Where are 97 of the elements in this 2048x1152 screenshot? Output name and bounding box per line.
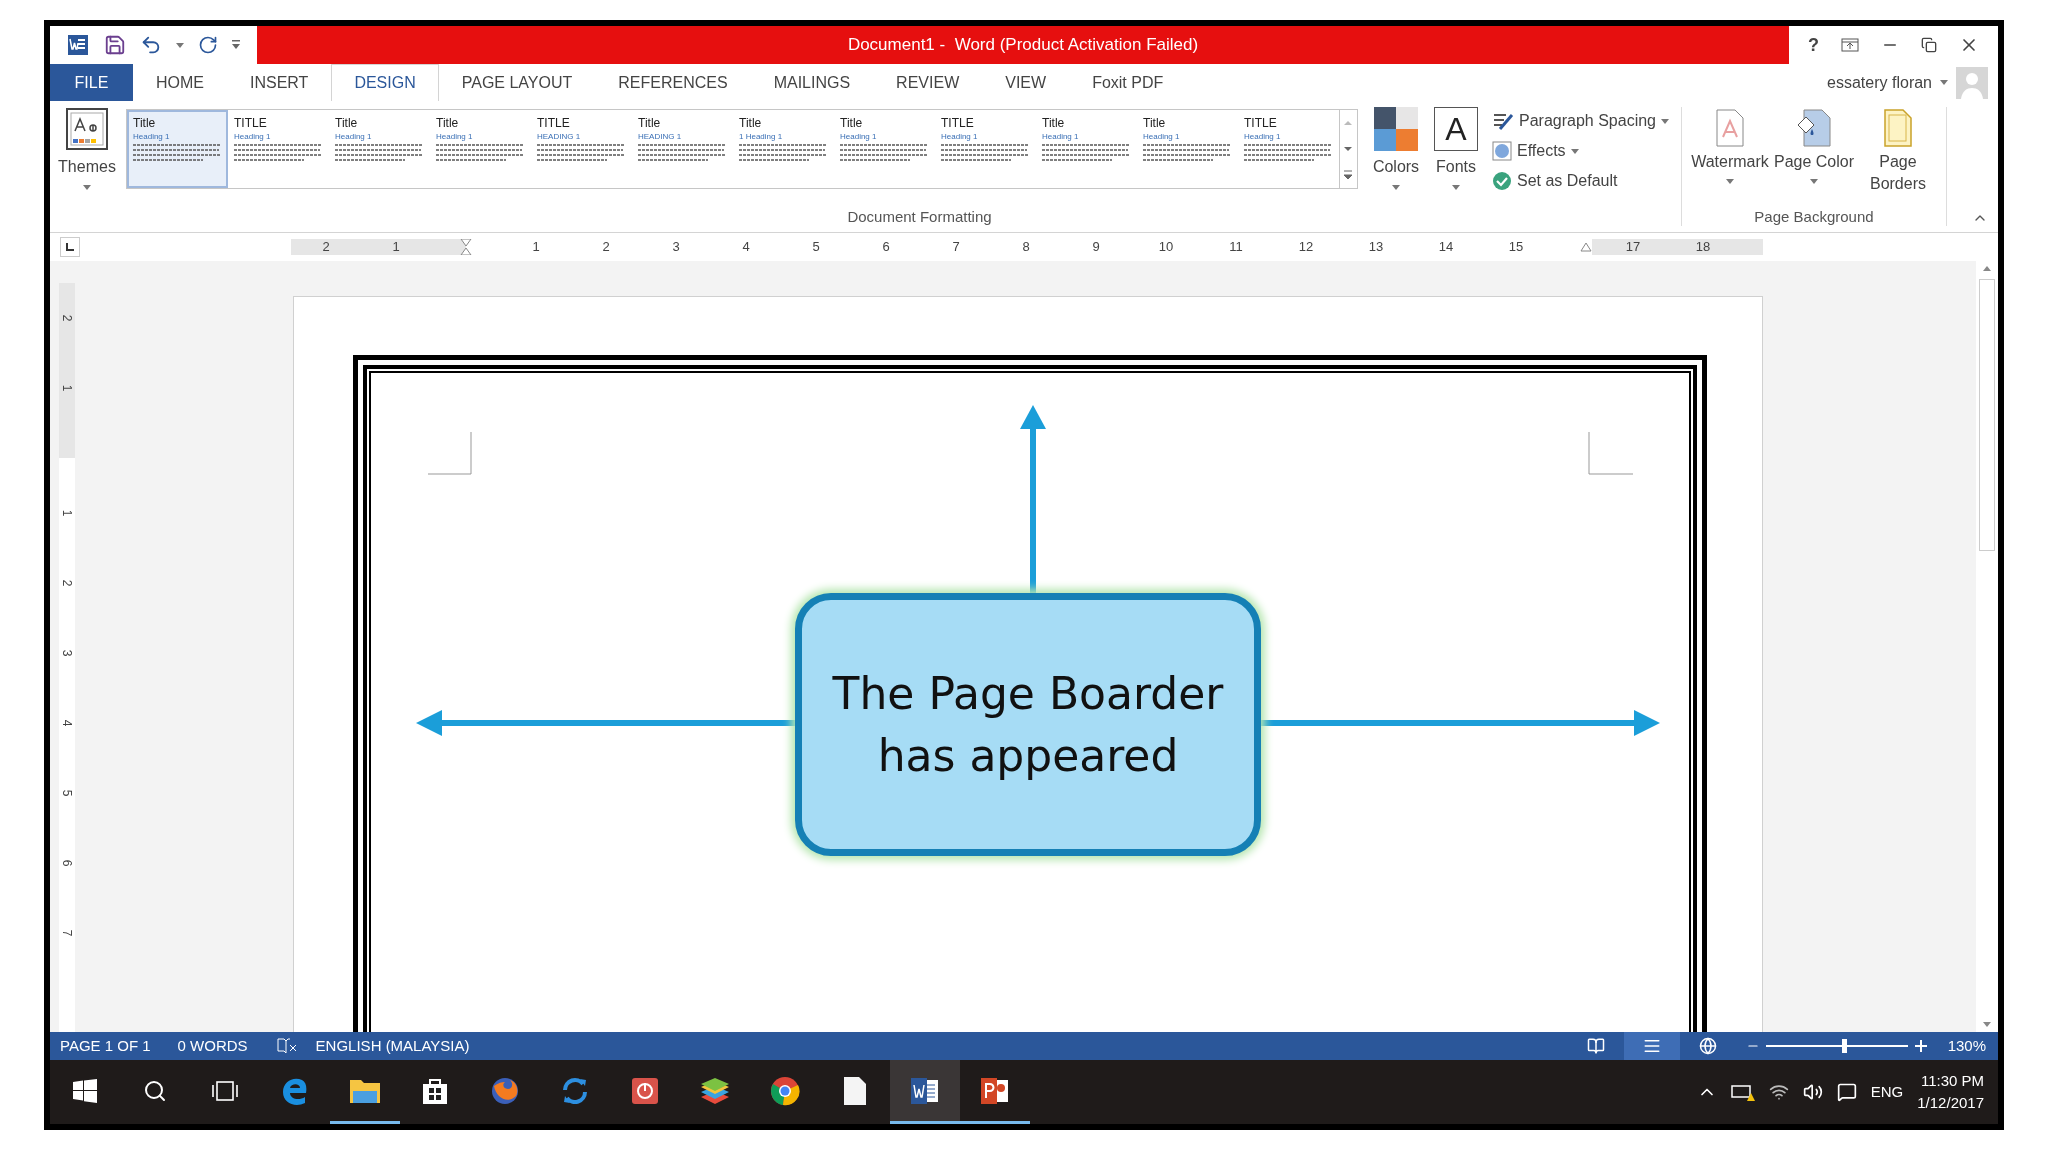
help-button[interactable]: ?	[1808, 31, 1819, 59]
ruler-number: 5	[59, 788, 75, 799]
thumbnail-title: TITLE	[1244, 115, 1278, 131]
thumbnail-title: TITLE	[537, 115, 571, 131]
input-language[interactable]: ENG	[1870, 1080, 1904, 1104]
style-set-thumbnail[interactable]: TITLE Heading 1	[1238, 110, 1339, 188]
ruler-number: 15	[1507, 239, 1525, 255]
effects-button[interactable]: Effects	[1492, 139, 1669, 163]
ribbon-tab[interactable]: INSERT	[227, 64, 332, 101]
thumbnail-heading: Heading 1	[1143, 131, 1181, 143]
style-set-thumbnail[interactable]: Title Heading 1	[834, 110, 935, 188]
thumbnail-title: Title	[1042, 115, 1066, 131]
ruler-number: 2	[601, 239, 611, 255]
ruler-number: 7	[59, 928, 75, 939]
page-background-button[interactable]: Page Borders	[1856, 105, 1940, 206]
style-set-thumbnail[interactable]: Title Heading 1	[329, 110, 430, 188]
ruler-number: 8	[1021, 239, 1031, 255]
thumbnail-title: Title	[1143, 115, 1167, 131]
ruler-number: 6	[59, 858, 75, 869]
clock-date: 1/12/2017	[1917, 1093, 1984, 1113]
clock-time: 11:30 PM	[1920, 1071, 1984, 1091]
ruler-number: 1	[531, 239, 541, 255]
thumbnail-heading: Heading 1	[234, 131, 272, 143]
ruler-number: 2	[59, 313, 75, 324]
style-set-thumbnail[interactable]: Title HEADING 1	[632, 110, 733, 188]
ribbon-tab[interactable]: REVIEW	[873, 64, 983, 101]
thumbnail-heading: Heading 1	[840, 131, 878, 143]
style-set-thumbnail[interactable]: TITLE HEADING 1	[531, 110, 632, 188]
ruler-number: 4	[741, 239, 751, 255]
ruler-number: 11	[1228, 239, 1244, 255]
thumbnail-heading: Heading 1	[133, 131, 171, 143]
thumbnail-heading: Heading 1	[335, 131, 373, 143]
ruler-number: 6	[881, 239, 891, 255]
ribbon-tab[interactable]: HOME	[133, 64, 227, 101]
ruler-number: 4	[59, 718, 75, 729]
ribbon-tab[interactable]: PAGE LAYOUT	[438, 64, 596, 101]
ribbon-tab[interactable]: VIEW	[982, 64, 1070, 101]
thumbnail-title: Title	[436, 115, 460, 131]
style-set-thumbnail[interactable]: Title Heading 1	[430, 110, 531, 188]
ruler-number: 1	[59, 383, 75, 394]
paragraph-spacing-button[interactable]: Paragraph Spacing	[1492, 109, 1669, 133]
group-label: Page Background	[1754, 206, 1874, 227]
thumbnail-heading: HEADING 1	[537, 131, 582, 143]
thumbnail-title: Title	[133, 115, 157, 131]
page-background-button[interactable]: Watermark	[1688, 105, 1772, 206]
window-title: Document1 - Word (Product Activation Failed)	[847, 34, 1199, 57]
thumbnail-heading: 1 Heading 1	[739, 131, 784, 143]
thumbnail-title: Title	[840, 115, 864, 131]
thumbnail-heading: Heading 1	[436, 131, 474, 143]
thumbnail-heading: Heading 1	[941, 131, 979, 143]
thumbnail-title: Title	[638, 115, 662, 131]
ruler-number: 18	[1694, 239, 1712, 255]
account-name[interactable]: essatery floran	[1827, 70, 1932, 95]
thumbnail-title: Title	[739, 115, 763, 131]
colors-button[interactable]: Colors	[1368, 107, 1424, 190]
group-label: Document Formatting	[846, 206, 992, 227]
callout-text: The Page Boarder has appeared	[831, 666, 1225, 783]
language-status[interactable]: ENGLISH (MALAYSIA)	[315, 1034, 470, 1058]
style-set-thumbnail[interactable]: TITLE Heading 1	[228, 110, 329, 188]
ruler-number: 9	[1091, 239, 1101, 255]
ruler-number: 1	[59, 508, 75, 519]
file-tab[interactable]: FILE	[50, 64, 133, 101]
ruler-number: 2	[321, 239, 331, 255]
thumbnail-heading: Heading 1	[1244, 131, 1282, 143]
ruler-number: 3	[671, 239, 681, 255]
ruler-number: 10	[1157, 239, 1175, 255]
word-count[interactable]: 0 WORDS	[177, 1034, 248, 1058]
ruler-number: 17	[1624, 239, 1642, 255]
page-background-button[interactable]: Page Color	[1772, 105, 1856, 206]
ruler-number: 1	[391, 239, 401, 255]
thumbnail-heading: HEADING 1	[638, 131, 683, 143]
style-set-thumbnail[interactable]: Title 1 Heading 1	[733, 110, 834, 188]
thumbnail-title: TITLE	[234, 115, 268, 131]
ruler-number: 13	[1367, 239, 1385, 255]
ruler-number: 12	[1297, 239, 1315, 255]
ruler-number: 5	[811, 239, 821, 255]
style-set-thumbnail[interactable]: Title Heading 1	[1137, 110, 1238, 188]
page-count[interactable]: PAGE 1 OF 1	[60, 1034, 151, 1058]
ribbon-tab[interactable]: MAILINGS	[750, 64, 874, 101]
zoom-level[interactable]: 130%	[1947, 1034, 1986, 1058]
ribbon-tab[interactable]: Foxit PDF	[1069, 64, 1187, 101]
ruler-number: 2	[59, 578, 75, 589]
ruler-number: 3	[59, 648, 75, 659]
ribbon-tab[interactable]: REFERENCES	[595, 64, 751, 101]
themes-button[interactable]: Themes	[50, 107, 124, 190]
ruler-number: 7	[951, 239, 961, 255]
ruler-number: 14	[1437, 239, 1455, 255]
ribbon-tab[interactable]: DESIGN	[331, 64, 439, 101]
style-set-thumbnail[interactable]: TITLE Heading 1	[935, 110, 1036, 188]
style-set-thumbnail[interactable]: Title Heading 1	[1036, 110, 1137, 188]
style-set-thumbnail[interactable]: Title Heading 1	[127, 110, 228, 188]
set-as-default-button[interactable]: Set as Default	[1492, 169, 1669, 193]
thumbnail-title: Title	[335, 115, 359, 131]
thumbnail-title: TITLE	[941, 115, 975, 131]
clock[interactable]: 11:30 PM 1/12/2017	[1917, 1070, 1984, 1114]
fonts-button[interactable]: A Fonts	[1428, 107, 1484, 190]
thumbnail-heading: Heading 1	[1042, 131, 1080, 143]
